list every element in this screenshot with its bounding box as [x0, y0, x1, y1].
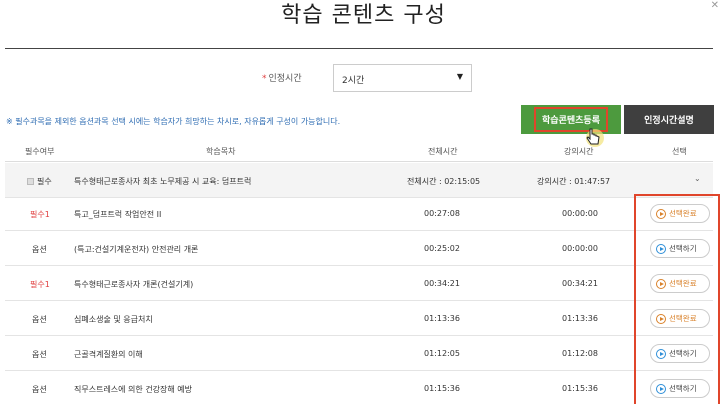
summary-title: 특수형태근로종사자 최초 노무제공 시 교육: 덤프트럭 — [74, 177, 252, 186]
header-lecture-time: 강의시간 — [564, 147, 594, 156]
row-lecture-time: 01:13:36 — [562, 314, 598, 323]
table-row: 필수1 특수형태근로종사자 개론(건설기계) 00:34:21 00:34:21… — [5, 266, 713, 301]
table-row: 옵션 (특고:건설기계운전자) 안전관리 개론 00:25:02 00:00:0… — [5, 231, 713, 266]
row-lecture-time: 01:12:08 — [562, 349, 598, 358]
row-required: 옵션 — [32, 350, 47, 359]
chevron-down-icon: ▼ — [456, 72, 463, 81]
certification-time-select[interactable]: 2시간 ▼ — [333, 64, 472, 92]
certification-label-text: 인정시간 — [268, 74, 302, 84]
header-title: 학습목차 — [206, 147, 236, 156]
time-explain-button[interactable]: 인정시간설명 — [624, 105, 714, 134]
row-title: (특고:건설기계운전자) 안전관리 개론 — [74, 245, 199, 254]
certification-row: * 인정시간 2시간 ▼ — [0, 64, 727, 94]
title-divider — [5, 48, 713, 49]
table-row: 옵션 심폐소생술 및 응급처치 01:13:36 01:13:36 선택완료 — [5, 301, 713, 336]
checkbox-icon — [27, 178, 34, 185]
row-lecture-time: 01:15:36 — [562, 384, 598, 393]
row-total-time: 01:12:05 — [424, 349, 460, 358]
row-total-time: 01:15:36 — [424, 384, 460, 393]
row-required: 옵션 — [32, 385, 47, 394]
table-header: 필수여부 학습목차 전체시간 강의시간 선택 — [5, 143, 713, 162]
row-lecture-time: 00:00:00 — [562, 244, 598, 253]
header-total-time: 전체시간 — [428, 147, 458, 156]
table-row: 옵션 근골격계질환의 이해 01:12:05 01:12:08 선택하기 — [5, 336, 713, 371]
row-total-time: 00:27:08 — [424, 209, 460, 218]
header-select: 선택 — [672, 147, 687, 156]
row-required: 필수1 — [30, 210, 50, 219]
row-title: 특수형태근로종사자 개론(건설기계) — [74, 280, 194, 289]
row-title: 근골격계질환의 이해 — [74, 350, 143, 359]
row-title: 특고_덤프트럭 작업안전 II — [74, 210, 162, 219]
row-total-time: 01:13:36 — [424, 314, 460, 323]
table-row: 옵션 직무스트레스에 의한 건강장해 예방 01:15:36 01:15:36 … — [5, 371, 713, 404]
course-summary-row[interactable]: 필수 특수형태근로종사자 최초 노무제공 시 교육: 덤프트럭 전체시간 : 0… — [5, 163, 713, 198]
selection-highlight-frame — [634, 194, 720, 404]
table-row: 필수1 특고_덤프트럭 작업안전 II 00:27:08 00:00:00 선택… — [5, 196, 713, 231]
row-lecture-time: 00:00:00 — [562, 209, 598, 218]
row-total-time: 00:25:02 — [424, 244, 460, 253]
row-title: 직무스트레스에 의한 건강장해 예방 — [74, 385, 193, 394]
row-lecture-time: 00:34:21 — [562, 279, 598, 288]
page-title: 학습 콘텐츠 구성 — [281, 3, 446, 28]
required-mark: * — [262, 74, 267, 84]
row-required: 옵션 — [32, 245, 47, 254]
certification-label: * 인정시간 — [262, 71, 302, 84]
register-content-button[interactable]: 학습콘텐츠등록 — [521, 105, 621, 134]
row-total-time: 00:34:21 — [424, 279, 460, 288]
summary-lecture-time: 강의시간 : 01:47:57 — [537, 177, 611, 186]
close-icon[interactable]: ✕ — [711, 0, 719, 11]
row-required: 옵션 — [32, 315, 47, 324]
notice-text: ※ 필수과목을 제외한 옵션과목 선택 시에는 학습자가 희망하는 차시로, 자… — [6, 117, 341, 126]
header-required: 필수여부 — [25, 147, 55, 156]
row-title: 심폐소생술 및 응급처치 — [74, 315, 153, 324]
summary-total-time: 전체시간 : 02:15:05 — [407, 177, 481, 186]
summary-required: 필수 — [27, 176, 52, 187]
row-required: 필수1 — [30, 280, 50, 289]
chevron-down-icon[interactable]: ⌄ — [694, 174, 701, 183]
certification-selected-value: 2시간 — [342, 76, 365, 86]
